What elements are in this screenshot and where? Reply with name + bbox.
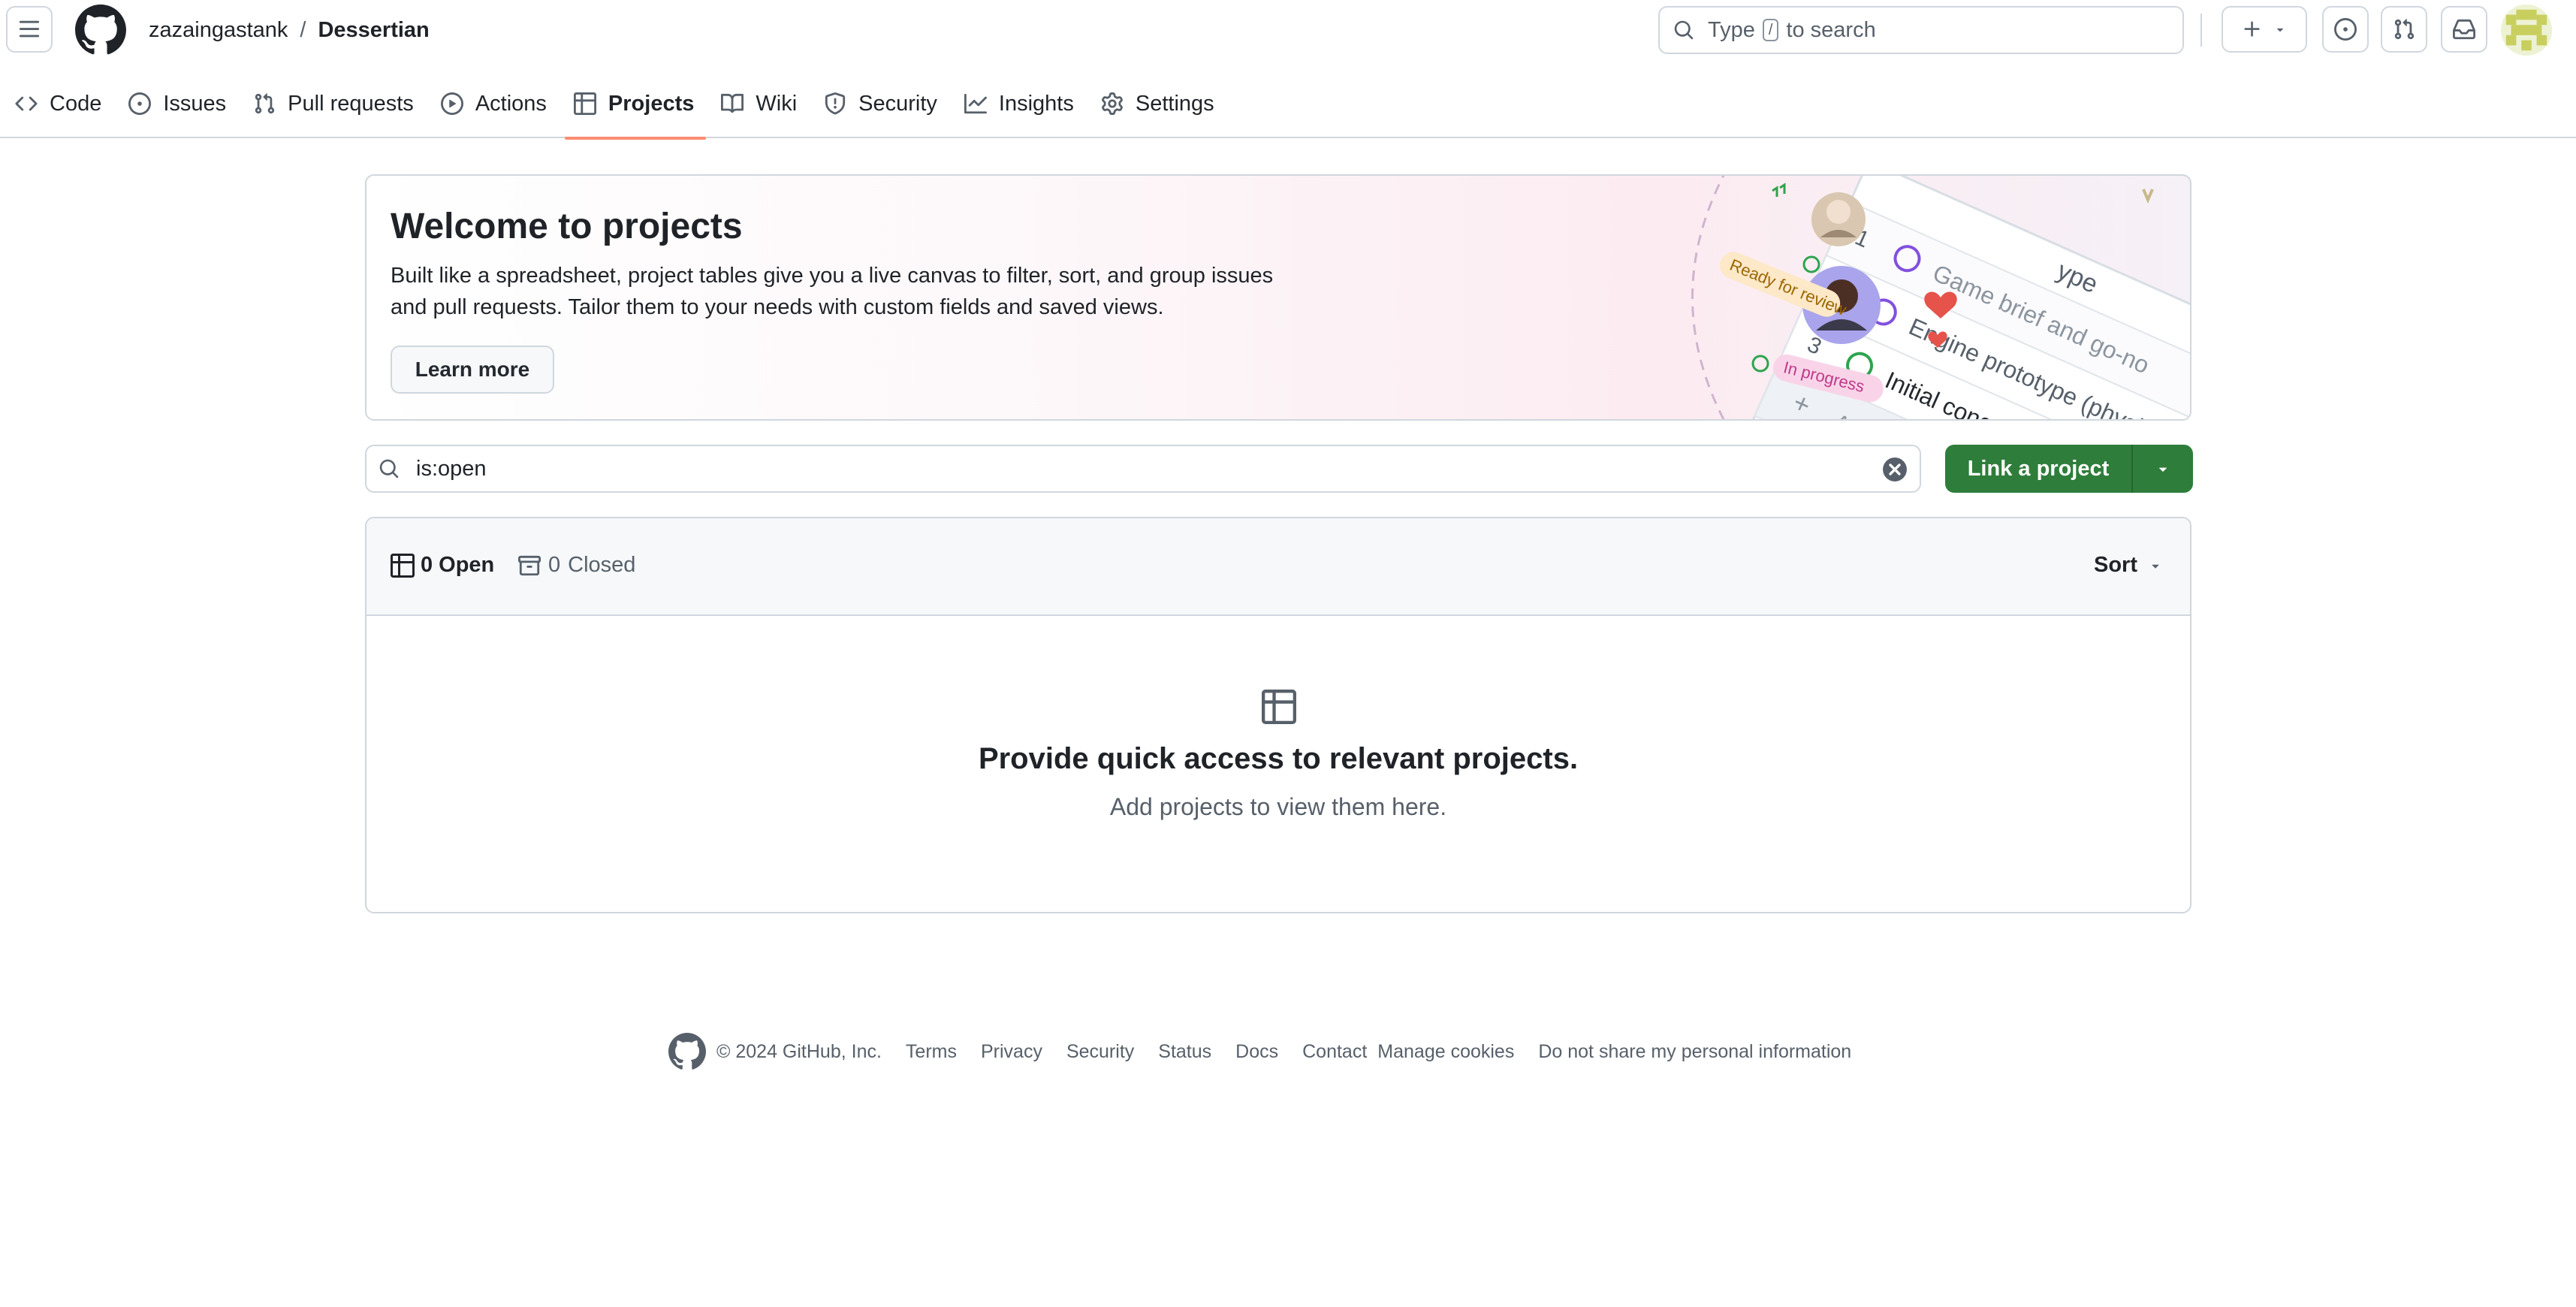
projects-filter-input[interactable]: is:open — [365, 445, 1921, 493]
create-new-button[interactable] — [2222, 6, 2307, 53]
sort-dropdown-button[interactable]: Sort — [2094, 553, 2163, 578]
open-count: 0 — [421, 553, 433, 577]
tab-pull-requests-label: Pull requests — [288, 92, 414, 116]
issue-icon — [2334, 18, 2357, 41]
empty-state-subtitle: Add projects to view them here. — [1109, 793, 1447, 820]
hamburger-icon — [19, 20, 40, 38]
welcome-description: Built like a spreadsheet, project tables… — [391, 264, 1274, 319]
sort-label: Sort — [2094, 553, 2137, 577]
your-pull-requests-button[interactable] — [2381, 6, 2427, 53]
caret-down-icon — [2158, 467, 2167, 472]
footer-link-terms[interactable]: Terms — [906, 1041, 957, 1063]
search-icon — [1674, 20, 1694, 40]
tab-insights[interactable]: Insights — [949, 78, 1086, 138]
tab-pull-requests[interactable]: Pull requests — [238, 78, 426, 138]
tab-wiki[interactable]: Wiki — [706, 78, 809, 138]
tab-security[interactable]: Security — [809, 78, 949, 138]
tab-security-label: Security — [858, 92, 937, 116]
github-logo-icon[interactable] — [75, 5, 126, 56]
link-project-dropdown-button[interactable] — [2131, 445, 2193, 493]
tab-projects-label: Projects — [608, 92, 695, 116]
closed-label: Closed — [568, 553, 636, 577]
tab-projects[interactable]: Projects — [559, 78, 707, 140]
tab-code-label: Code — [50, 92, 102, 116]
projects-list: 0 Open 0 Closed Sort Provide quick acces… — [365, 517, 2191, 913]
book-icon — [721, 93, 744, 113]
tab-settings[interactable]: Settings — [1086, 78, 1226, 138]
user-avatar[interactable] — [2501, 5, 2552, 56]
caret-down-icon — [2276, 28, 2284, 32]
empty-state-title: Provide quick access to relevant project… — [978, 742, 1579, 775]
archive-icon — [518, 555, 541, 575]
header-divider — [2200, 14, 2202, 47]
repo-navigation: Code Issues Pull requests Actions Projec… — [0, 78, 1226, 140]
link-project-button-group: Link a project — [1945, 445, 2193, 493]
tab-issues-label: Issues — [163, 92, 227, 116]
notifications-button[interactable] — [2441, 6, 2487, 53]
app-header: zazaingastank / Dessertian Type / to sea… — [0, 0, 2576, 140]
code-icon — [15, 96, 38, 111]
table-icon — [391, 553, 415, 578]
global-search-input[interactable]: Type / to search — [1658, 6, 2184, 54]
search-icon — [379, 459, 399, 478]
inbox-icon — [2453, 19, 2475, 40]
tab-settings-label: Settings — [1135, 92, 1214, 116]
breadcrumb-repo-link[interactable]: Dessertian — [318, 15, 429, 45]
projects-list-header: 0 Open 0 Closed Sort — [366, 518, 2190, 616]
breadcrumb: zazaingastank / Dessertian — [149, 15, 430, 45]
welcome-title: Welcome to projects — [391, 207, 743, 246]
learn-more-button[interactable]: Learn more — [391, 346, 554, 394]
footer-link-docs[interactable]: Docs — [1235, 1041, 1278, 1063]
pull-request-icon — [2394, 19, 2415, 40]
open-projects-tab[interactable]: 0 Open — [391, 553, 494, 578]
footer-link-status[interactable]: Status — [1158, 1041, 1211, 1063]
plus-icon — [2244, 21, 2260, 37]
breadcrumb-owner-link[interactable]: zazaingastank — [149, 15, 288, 45]
footer-link-manage-cookies[interactable]: Manage cookies — [1377, 1041, 1514, 1063]
your-issues-button[interactable] — [2322, 6, 2369, 53]
issue-icon — [128, 92, 152, 115]
caret-down-icon — [2152, 564, 2159, 569]
welcome-banner: Welcome to projects Built like a spreads… — [365, 174, 2191, 421]
search-shortcut-key: / — [1762, 19, 1779, 41]
footer-link-security[interactable]: Security — [1066, 1041, 1134, 1063]
footer-link-do-not-share[interactable]: Do not share my personal information — [1538, 1041, 1851, 1063]
footer-link-privacy[interactable]: Privacy — [981, 1041, 1042, 1063]
projects-illustration: ype 1 Game brief and go-no 2 Engine prot… — [1691, 176, 2190, 419]
graph-icon — [964, 93, 987, 114]
closed-count: 0 — [548, 553, 561, 577]
search-placeholder-prefix: Type — [1708, 17, 1755, 42]
tab-wiki-label: Wiki — [756, 92, 798, 116]
filter-value: is:open — [416, 456, 487, 481]
tab-actions[interactable]: Actions — [426, 78, 559, 138]
pull-request-icon — [255, 93, 275, 114]
identicon-avatar-icon — [2501, 5, 2552, 56]
tab-actions-label: Actions — [475, 92, 547, 116]
hamburger-menu-button[interactable] — [6, 6, 53, 53]
search-placeholder-suffix: to search — [1786, 17, 1876, 42]
github-logo-icon[interactable] — [668, 1033, 706, 1070]
tab-insights-label: Insights — [998, 92, 1074, 116]
table-icon — [1262, 690, 1296, 724]
play-icon — [440, 92, 463, 115]
tab-code[interactable]: Code — [0, 78, 113, 138]
open-label: Open — [439, 553, 495, 577]
footer-copyright: © 2024 GitHub, Inc. — [716, 1040, 882, 1062]
link-project-button[interactable]: Link a project — [1945, 445, 2131, 493]
closed-projects-tab[interactable]: 0 Closed — [518, 553, 635, 578]
shield-icon — [825, 92, 846, 115]
clear-filter-icon[interactable] — [1882, 457, 1908, 482]
footer-link-contact[interactable]: Contact — [1302, 1041, 1367, 1063]
breadcrumb-separator: / — [300, 18, 306, 42]
page-footer: © 2024 GitHub, Inc. Terms Privacy Securi… — [668, 1032, 1875, 1071]
table-icon — [573, 92, 596, 115]
gear-icon — [1101, 92, 1123, 115]
tab-issues[interactable]: Issues — [113, 78, 238, 138]
